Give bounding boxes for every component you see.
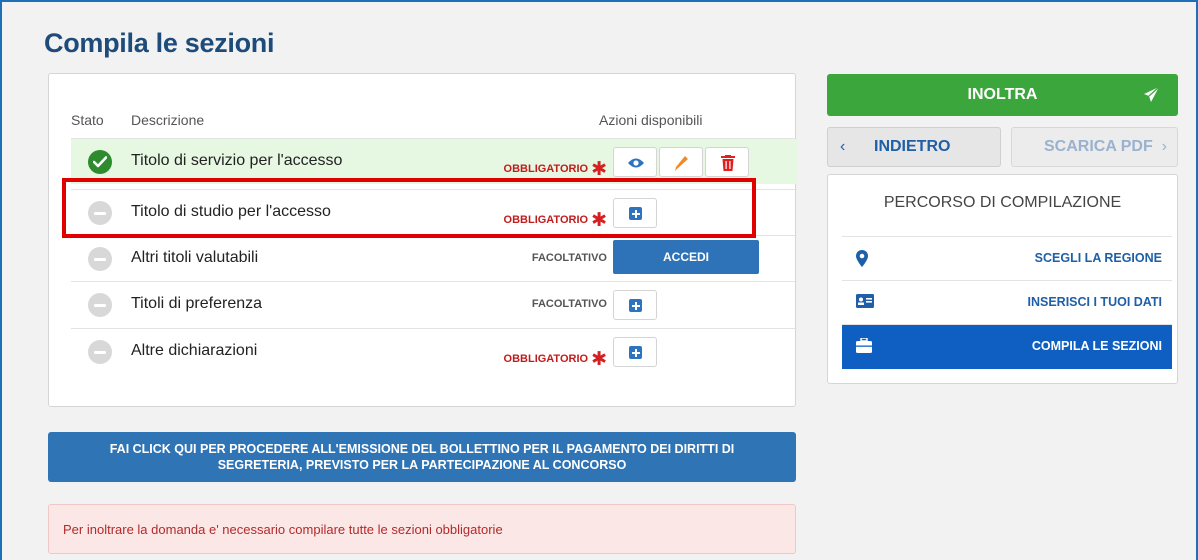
step-scegli-regione[interactable]: SCEGLI LA REGIONE — [842, 236, 1172, 280]
incomplete-status-icon — [88, 293, 112, 317]
eye-icon — [628, 158, 644, 168]
required-star-icon: ✱ — [591, 210, 607, 231]
add-button[interactable] — [613, 290, 657, 320]
inoltra-button[interactable]: INOLTRA — [827, 74, 1178, 116]
section-row-titolo-servizio: Titolo di servizio per l'accesso OBBLIGA… — [71, 138, 797, 184]
incomplete-status-icon — [88, 340, 112, 364]
alert-text: Per inoltrare la domanda e' necessario c… — [63, 522, 503, 537]
delete-button[interactable] — [705, 147, 749, 177]
plus-icon — [629, 207, 642, 220]
indietro-button[interactable]: ‹ INDIETRO — [827, 127, 1001, 167]
app-frame: Compila le sezioni Stato Descrizione Azi… — [0, 0, 1198, 560]
section-description: Titoli di preferenza — [131, 295, 263, 312]
briefcase-icon — [856, 338, 872, 353]
column-header-stato: Stato — [71, 112, 104, 128]
section-description: Titolo di studio per l'accesso — [131, 203, 331, 220]
required-badge: OBBLIGATORIO ✱ — [503, 210, 607, 231]
chevron-right-icon: › — [1161, 138, 1167, 155]
section-row-titolo-studio: Titolo di studio per l'accesso OBBLIGATO… — [71, 189, 797, 235]
chevron-left-icon: ‹ — [840, 138, 846, 155]
incomplete-status-icon — [88, 201, 112, 225]
step-compila-sezioni[interactable]: COMPILA LE SEZIONI — [842, 324, 1172, 369]
section-description: Titolo di servizio per l'accesso — [131, 152, 343, 169]
page-title: Compila le sezioni — [44, 28, 275, 58]
view-button[interactable] — [613, 147, 657, 177]
required-star-icon: ✱ — [591, 349, 607, 370]
pencil-icon — [675, 156, 688, 171]
bollettino-line-2: SEGRETERIA, PREVISTO PER LA PARTECIPAZIO… — [217, 458, 627, 472]
scarica-pdf-label: SCARICA PDF — [1044, 138, 1153, 155]
bollettino-line-1: FAI CLICK QUI PER PROCEDERE ALL'EMISSION… — [109, 442, 735, 456]
percorso-title: PERCORSO DI COMPILAZIONE — [883, 194, 1122, 211]
step-label: SCEGLI LA REGIONE — [1034, 251, 1162, 265]
required-badge: OBBLIGATORIO ✱ — [503, 349, 607, 370]
section-row-titoli-preferenza: Titoli di preferenza FACOLTATIVO — [71, 281, 797, 327]
accedi-button[interactable]: ACCEDI — [613, 240, 759, 274]
optional-badge: FACOLTATIVO — [531, 298, 607, 310]
section-row-altri-titoli: Altri titoli valutabili FACOLTATIVO ACCE… — [71, 235, 797, 281]
section-row-altre-dichiarazioni: Altre dichiarazioni OBBLIGATORIO ✱ — [71, 328, 797, 374]
required-star-icon: ✱ — [591, 159, 607, 180]
step-inserisci-dati[interactable]: INSERISCI I TUOI DATI — [842, 280, 1172, 324]
section-description: Altri titoli valutabili — [131, 249, 259, 266]
add-button[interactable] — [613, 198, 657, 228]
trash-icon — [721, 155, 735, 171]
percorso-panel: PERCORSO DI COMPILAZIONE SCEGLI LA REGIO… — [827, 174, 1178, 384]
indietro-label: INDIETRO — [874, 138, 951, 155]
scarica-pdf-button[interactable]: SCARICA PDF › — [1011, 127, 1178, 167]
plus-icon — [629, 346, 642, 359]
sections-card: Stato Descrizione Azioni disponibili Tit… — [48, 73, 797, 407]
add-button[interactable] — [613, 337, 657, 367]
completed-check-icon — [88, 150, 112, 174]
map-marker-icon — [856, 250, 868, 267]
id-card-icon — [856, 294, 874, 308]
column-header-descrizione: Descrizione — [131, 112, 205, 128]
plus-icon — [629, 299, 642, 312]
optional-badge: FACOLTATIVO — [531, 252, 607, 264]
column-header-azioni: Azioni disponibili — [599, 112, 703, 128]
bollettino-button[interactable]: FAI CLICK QUI PER PROCEDERE ALL'EMISSION… — [48, 432, 796, 482]
step-label: INSERISCI I TUOI DATI — [1027, 295, 1163, 309]
paper-plane-icon — [1144, 86, 1160, 102]
required-badge: OBBLIGATORIO ✱ — [503, 159, 607, 180]
incomplete-status-icon — [88, 247, 112, 271]
edit-button[interactable] — [659, 147, 703, 177]
inoltra-label: INOLTRA — [967, 86, 1038, 103]
step-label: COMPILA LE SEZIONI — [1031, 339, 1162, 353]
required-sections-alert: Per inoltrare la domanda e' necessario c… — [48, 504, 796, 554]
section-description: Altre dichiarazioni — [131, 342, 258, 359]
